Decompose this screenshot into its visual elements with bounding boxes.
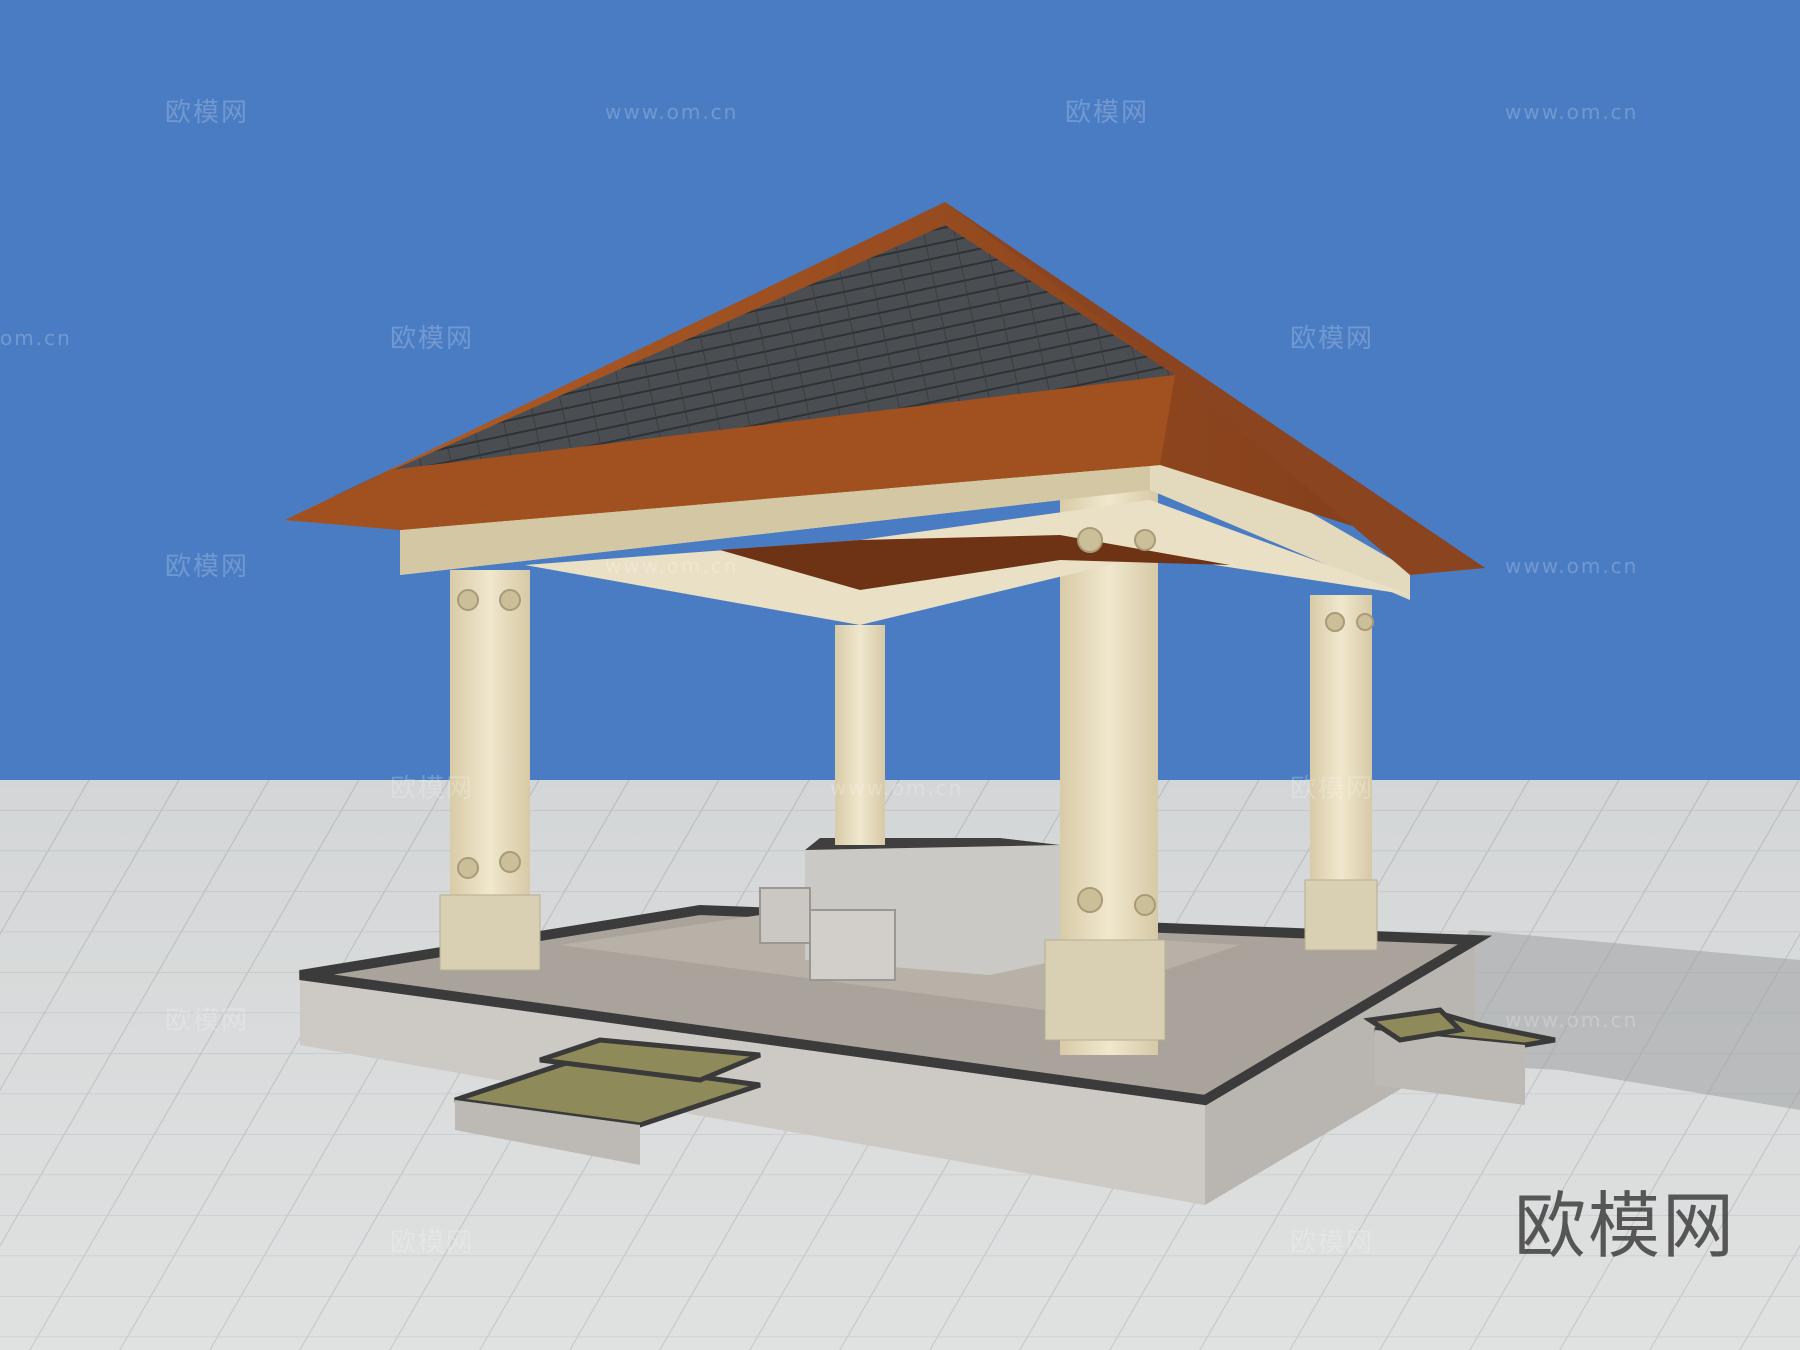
watermark-url: www.om.cn (1505, 100, 1639, 124)
watermark-brand: 欧模网 (165, 552, 250, 582)
watermark-url: www.om.cn (1505, 1008, 1639, 1032)
watermark-brand: 欧模网 (390, 1228, 475, 1258)
watermark-brand: 欧模网 (165, 1006, 250, 1036)
watermark-brand: 欧模网 (1290, 1228, 1375, 1258)
watermark-url: www.om.cn (1505, 554, 1639, 578)
watermark-brand: 欧模网 (1065, 98, 1150, 128)
watermark-brand: 欧模网 (165, 98, 250, 128)
watermark-brand: 欧模网 (1290, 774, 1375, 804)
watermark-url: www.om.cn (605, 100, 739, 124)
watermark-url: www.om.cn (830, 776, 964, 800)
pavilion-scene (0, 0, 1800, 1350)
watermark-url: om.cn (0, 326, 72, 350)
watermark-brand: 欧模网 (1290, 324, 1375, 354)
watermark-brand: 欧模网 (390, 774, 475, 804)
watermark-url: www.om.cn (605, 554, 739, 578)
brand-logo-text: 欧模网 (1513, 1184, 1736, 1268)
watermark-brand: 欧模网 (390, 324, 475, 354)
